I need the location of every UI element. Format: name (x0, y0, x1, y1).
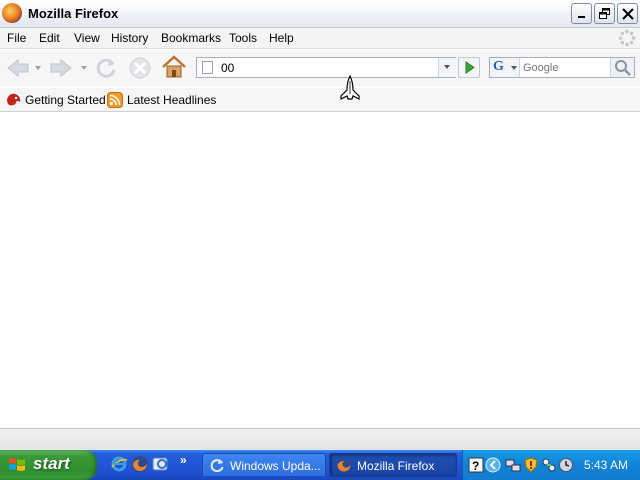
home-icon[interactable] (161, 54, 187, 80)
network-connection-icon[interactable] (541, 457, 557, 473)
bookmark-label: Getting Started (25, 93, 106, 107)
search-button[interactable] (610, 58, 634, 77)
rss-feed-icon (107, 92, 123, 108)
taskbar-button-windows-update[interactable]: Windows Upda... (202, 453, 326, 477)
url-input[interactable] (221, 60, 421, 76)
start-label: start (33, 454, 70, 473)
google-icon: G (493, 59, 504, 74)
menu-help[interactable]: Help (269, 31, 294, 45)
forward-button-icon[interactable] (48, 57, 74, 79)
quick-launch-more[interactable]: » (180, 453, 187, 467)
stop-icon[interactable] (128, 56, 152, 80)
svg-text:?: ? (472, 459, 479, 473)
search-bar[interactable]: G (489, 57, 635, 78)
chevron-left-icon[interactable] (485, 457, 501, 473)
restore-button[interactable] (594, 3, 615, 24)
menu-history[interactable]: History (111, 31, 148, 45)
go-button[interactable] (458, 57, 480, 78)
menu-view[interactable]: View (74, 31, 100, 45)
close-icon (622, 8, 634, 20)
shuttle-cursor-icon (340, 74, 360, 100)
firefox-icon[interactable] (131, 455, 149, 473)
minimize-icon (578, 16, 585, 18)
windows-update-icon (210, 459, 224, 473)
forward-dropdown-icon[interactable] (80, 64, 88, 72)
location-bar[interactable] (196, 57, 456, 78)
network-icon[interactable] (505, 457, 521, 473)
taskbar-clock[interactable]: 5:43 AM (584, 458, 628, 472)
task-label: Windows Upda... (230, 459, 321, 473)
menu-edit[interactable]: Edit (39, 31, 60, 45)
go-arrow-icon (465, 61, 475, 74)
firefox-icon (337, 458, 351, 472)
menu-bookmarks[interactable]: Bookmarks (161, 31, 221, 45)
menu-bar: File Edit View History Bookmarks Tools H… (0, 28, 640, 49)
system-tray: ? 5:43 AM (462, 450, 640, 480)
outlook-express-icon[interactable] (152, 455, 170, 473)
magnifier-icon (615, 60, 631, 76)
minimize-button[interactable] (571, 3, 592, 24)
page-content[interactable] (0, 112, 640, 428)
search-input[interactable] (523, 60, 609, 76)
throbber-icon (618, 29, 636, 47)
help-icon[interactable]: ? (468, 457, 484, 473)
bookmark-label: Latest Headlines (127, 93, 217, 107)
page-icon (202, 61, 213, 74)
menu-file[interactable]: File (7, 31, 26, 45)
url-history-dropdown[interactable] (438, 58, 456, 77)
internet-explorer-icon[interactable] (110, 455, 128, 473)
reload-icon[interactable] (95, 56, 119, 80)
taskbar-button-firefox[interactable]: Mozilla Firefox (329, 453, 457, 477)
bookmark-getting-started[interactable]: Getting Started (5, 92, 106, 108)
status-bar (0, 428, 640, 450)
windows-flag-icon (9, 458, 25, 471)
chevron-down-icon (444, 65, 450, 69)
title-bar[interactable]: Mozilla Firefox (0, 0, 640, 28)
back-dropdown-icon[interactable] (34, 64, 42, 72)
task-label: Mozilla Firefox (357, 459, 435, 473)
back-button-icon[interactable] (5, 57, 31, 79)
firefox-app-icon (2, 3, 22, 23)
start-button[interactable]: start (0, 450, 97, 480)
menu-tools[interactable]: Tools (229, 31, 257, 45)
restore-icon (599, 8, 610, 19)
search-engine-selector[interactable]: G (490, 58, 520, 77)
bookmarks-toolbar: Getting Started Latest Headlines (0, 88, 640, 112)
firefox-bookmark-icon (7, 93, 21, 106)
close-button[interactable] (617, 3, 638, 24)
security-shield-icon[interactable] (523, 457, 539, 473)
bookmark-latest-headlines[interactable]: Latest Headlines (107, 92, 217, 108)
window-title: Mozilla Firefox (28, 6, 119, 21)
clock-sync-icon[interactable] (558, 457, 574, 473)
chevron-down-icon (511, 66, 517, 70)
